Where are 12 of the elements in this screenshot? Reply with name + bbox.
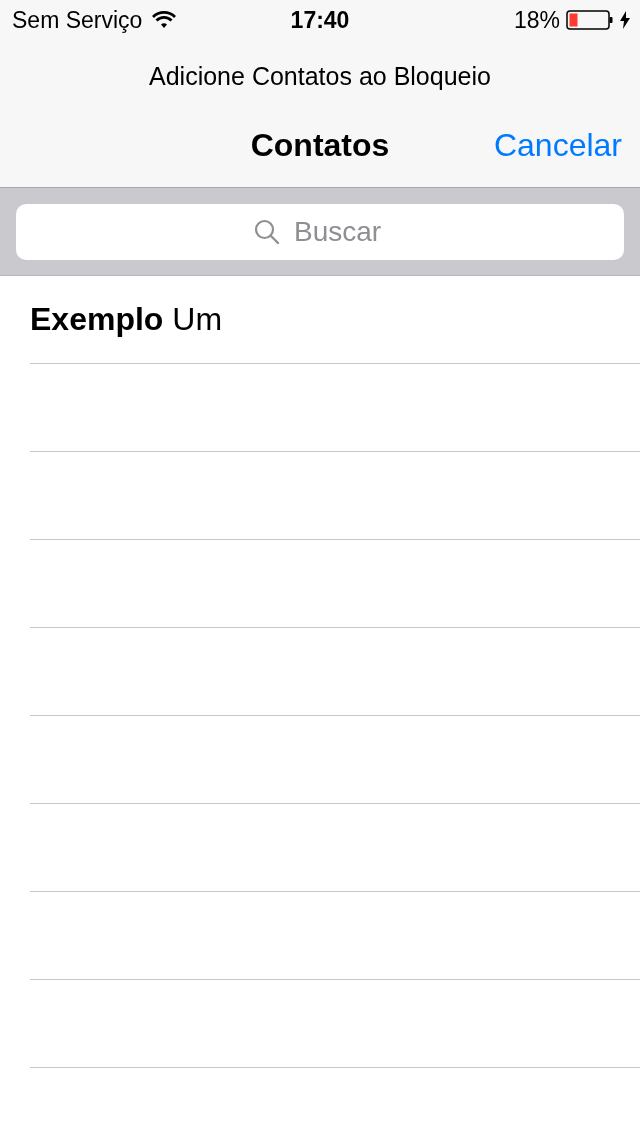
clock-time: 17:40 (290, 6, 350, 34)
charging-bolt-icon (620, 11, 630, 29)
search-icon (254, 219, 280, 245)
battery-icon (566, 10, 614, 30)
nav-prompt: Adicione Contatos ao Bloqueio (148, 62, 492, 91)
nav-title: Contatos (250, 126, 390, 164)
search-field[interactable]: Buscar (292, 215, 386, 249)
wifi-icon (152, 11, 177, 29)
battery-percent: 18% (513, 6, 560, 34)
contact-name[interactable]: Exemplo Um (30, 301, 223, 338)
carrier-name: Sem Serviço (12, 6, 143, 34)
cancel-button[interactable]: Cancelar (493, 126, 622, 164)
